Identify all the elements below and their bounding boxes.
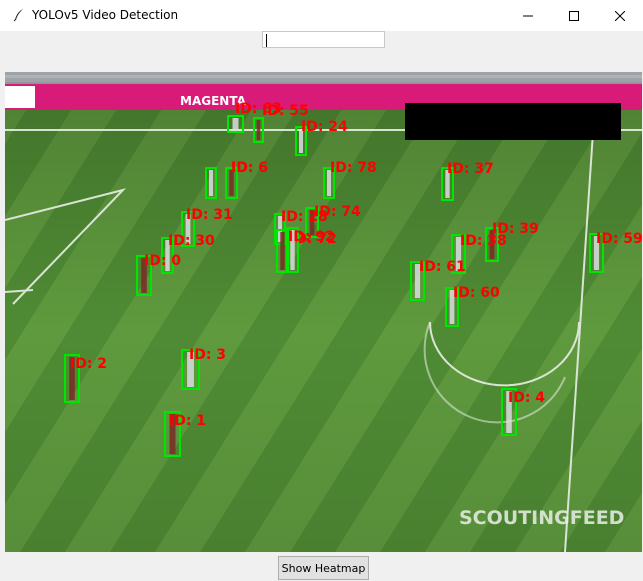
detection-label: ID: 61 <box>419 259 466 275</box>
detection-label: ID: 3 <box>189 347 226 363</box>
video-canvas: MAGENTA ID: 63ID: 55ID: 24ID: 6ID: 6 ID: … <box>5 72 642 552</box>
close-icon <box>615 10 625 21</box>
detection-label: ID: 30 <box>168 233 215 249</box>
text-cursor <box>266 34 267 47</box>
minimize-button[interactable] <box>505 0 551 31</box>
detection-label: ID: 0 <box>144 253 181 269</box>
window-title: YOLOv5 Video Detection <box>32 8 179 22</box>
video-frame: MAGENTA ID: 63 ID: 55 ID: 24 ID: 6 ID: 6 ID: … <box>5 72 642 552</box>
player-figure <box>209 170 213 196</box>
detection-label: ID: 59 <box>596 231 642 247</box>
detection-label: ID: 6 <box>231 160 268 176</box>
player-figure <box>256 120 261 140</box>
maximize-button[interactable] <box>551 0 597 31</box>
detection-label: ID: 4 <box>508 390 545 406</box>
detection-label: ID: 55 <box>262 103 309 119</box>
text-entry[interactable] <box>262 31 385 48</box>
close-button[interactable] <box>597 0 643 31</box>
detection-label: ID: 2 <box>70 356 107 372</box>
detection-label: ID: 38 <box>460 233 507 249</box>
detection-label: ID: 92 <box>288 229 335 245</box>
detection-label: ID: 24 <box>301 119 348 135</box>
detection-label: ID: 1 <box>169 413 206 429</box>
player-figure <box>232 118 239 130</box>
detection-label: ID: 37 <box>447 161 494 177</box>
title-bar: YOLOv5 Video Detection <box>0 0 643 31</box>
minimize-icon <box>523 15 533 16</box>
detection-label: ID: 60 <box>453 285 500 301</box>
maximize-icon <box>569 10 579 21</box>
show-heatmap-button[interactable]: Show Heatmap <box>278 556 369 580</box>
detection-label: ID: 28 <box>281 209 328 225</box>
detection-label: ID: 78 <box>330 160 377 176</box>
overlay-block <box>405 103 621 140</box>
feather-icon <box>13 9 23 22</box>
watermark: SCOUTINGFEED <box>459 507 624 529</box>
player-figure <box>280 232 285 270</box>
detection-label: ID: 31 <box>186 207 233 223</box>
